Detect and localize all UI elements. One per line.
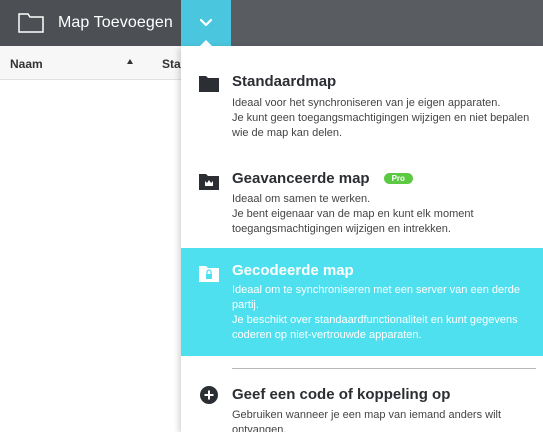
menu-item-description: Ideaal om samen te werken. Je bent eigen… xyxy=(232,193,474,235)
menu-item-description: Gebruiken wanneer je een map van iemand … xyxy=(232,409,502,432)
menu-divider xyxy=(232,368,536,369)
add-folder-button[interactable]: Map Toevoegen xyxy=(0,0,181,46)
menu-item-title-text: Geavanceerde map xyxy=(232,170,370,187)
add-folder-dropdown-menu: Standaardmap Ideaal voor het synchronise… xyxy=(181,46,543,432)
menu-item-description: Ideaal voor het synchroniseren van je ei… xyxy=(232,97,530,139)
chevron-down-icon xyxy=(199,18,213,27)
menu-item-description: Ideaal om te synchroniseren met een serv… xyxy=(232,284,520,341)
app-window: Map Toevoegen Naam Sta Standaardmap Idea… xyxy=(0,0,543,432)
lock-folder-icon xyxy=(199,266,219,282)
menu-item-title: Gecodeerde map xyxy=(232,262,354,279)
dropdown-caret xyxy=(199,40,213,47)
menu-item-standard-folder[interactable]: Standaardmap Ideaal voor het synchronise… xyxy=(181,46,543,150)
folder-list-header: Naam Sta xyxy=(0,46,181,80)
sort-ascending-icon[interactable] xyxy=(126,58,134,66)
column-header-status[interactable]: Sta xyxy=(162,57,181,71)
pro-badge: Pro xyxy=(383,173,413,184)
menu-item-enter-code-or-link[interactable]: Geef een code of koppeling op Gebruiken … xyxy=(181,372,543,432)
menu-item-title: Geef een code of koppeling op xyxy=(232,386,451,403)
column-header-name[interactable]: Naam xyxy=(10,57,43,71)
folder-outline-icon xyxy=(18,13,44,33)
folder-icon xyxy=(199,76,219,92)
top-toolbar: Map Toevoegen xyxy=(0,0,543,46)
folder-list xyxy=(0,80,181,432)
add-folder-label: Map Toevoegen xyxy=(58,14,173,31)
menu-item-title: Geavanceerde map Pro xyxy=(232,170,413,187)
menu-item-advanced-folder[interactable]: Geavanceerde map Pro Ideaal om samen te w… xyxy=(181,150,543,248)
menu-item-encrypted-folder[interactable]: Gecodeerde map Ideaal om te synchroniser… xyxy=(181,248,543,356)
plus-circle-icon xyxy=(200,386,218,404)
menu-item-title: Standaardmap xyxy=(232,73,337,90)
crown-folder-icon xyxy=(199,174,219,190)
